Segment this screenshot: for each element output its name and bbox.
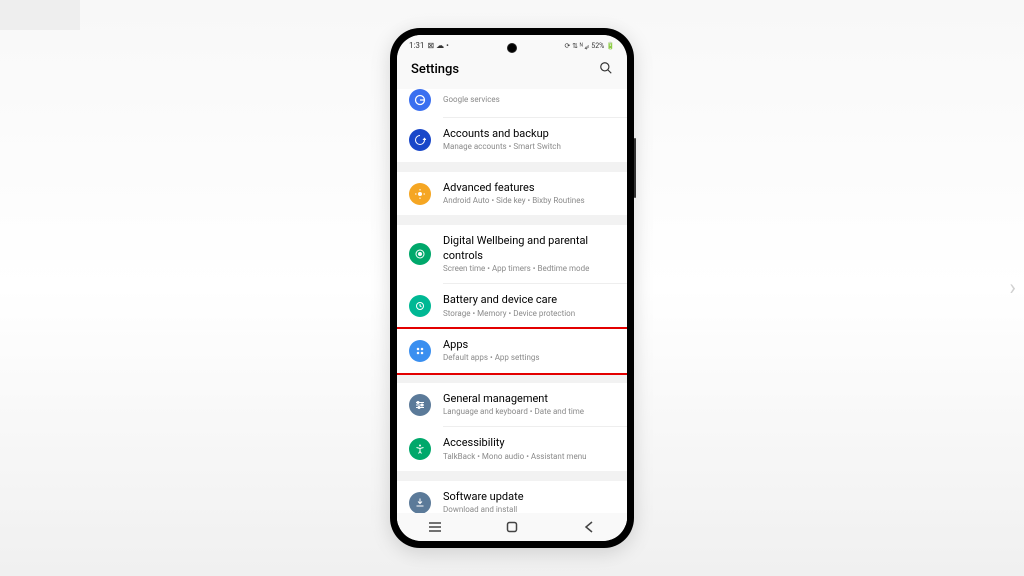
device-care-icon (409, 295, 431, 317)
recent-icon (428, 521, 442, 533)
settings-item-accessibility[interactable]: Accessibility TalkBack • Mono audio • As… (397, 427, 627, 471)
nav-home-button[interactable] (487, 521, 537, 533)
search-icon (599, 61, 613, 75)
item-title: Battery and device care (443, 293, 615, 307)
settings-list[interactable]: Google services Accounts and backup Mana… (397, 89, 627, 525)
home-icon (506, 521, 518, 533)
navigation-bar (397, 513, 627, 541)
google-icon (409, 89, 431, 111)
general-icon (409, 394, 431, 416)
item-subtitle: Android Auto • Side key • Bixby Routines (443, 196, 615, 206)
item-subtitle: Language and keyboard • Date and time (443, 407, 615, 417)
item-title: Software update (443, 490, 615, 504)
item-subtitle: Manage accounts • Smart Switch (443, 142, 615, 152)
nav-recent-button[interactable] (410, 521, 460, 533)
item-title: Digital Wellbeing and parental controls (443, 234, 615, 263)
item-title: Accounts and backup (443, 127, 615, 141)
item-subtitle: Google services (443, 95, 615, 105)
page-title: Settings (411, 62, 459, 77)
accessibility-icon (409, 438, 431, 460)
search-button[interactable] (599, 60, 613, 79)
phone-side-button (634, 138, 636, 198)
software-update-icon (409, 492, 431, 514)
settings-item-google[interactable]: Google services (397, 89, 627, 117)
item-title: General management (443, 392, 615, 406)
settings-item-wellbeing[interactable]: Digital Wellbeing and parental controls … (397, 225, 627, 283)
settings-item-accounts[interactable]: Accounts and backup Manage accounts • Sm… (397, 118, 627, 162)
item-title: Accessibility (443, 436, 615, 450)
back-icon (584, 521, 594, 533)
item-subtitle: Default apps • App settings (443, 353, 615, 363)
phone-screen: 1:31 ⊠ ☁ • ⟳ ⇅ ᴺ ₄ᵢₗ 52% 🔋 Settings (397, 35, 627, 541)
carousel-next-icon[interactable]: › (1009, 276, 1016, 301)
advanced-icon (409, 183, 431, 205)
status-right-icons: ⟳ ⇅ ᴺ ₄ᵢₗ (565, 42, 590, 50)
status-left-icons: ⊠ ☁ • (427, 41, 448, 50)
status-time: 1:31 (409, 41, 424, 50)
item-title: Apps (443, 338, 615, 352)
page-decoration (0, 0, 80, 30)
item-subtitle: Screen time • App timers • Bedtime mode (443, 264, 615, 274)
wellbeing-icon (409, 243, 431, 265)
phone-frame: 1:31 ⊠ ☁ • ⟳ ⇅ ᴺ ₄ᵢₗ 52% 🔋 Settings (390, 28, 634, 548)
settings-item-advanced[interactable]: Advanced features Android Auto • Side ke… (397, 172, 627, 216)
item-subtitle: Storage • Memory • Device protection (443, 309, 615, 319)
nav-back-button[interactable] (564, 521, 614, 533)
item-title: Advanced features (443, 181, 615, 195)
front-camera (507, 43, 517, 53)
settings-item-apps[interactable]: Apps Default apps • App settings (397, 329, 627, 373)
settings-item-battery[interactable]: Battery and device care Storage • Memory… (397, 284, 627, 328)
battery-icon: 🔋 (606, 42, 615, 50)
apps-icon (409, 340, 431, 362)
app-header: Settings (397, 52, 627, 89)
settings-item-general[interactable]: General management Language and keyboard… (397, 383, 627, 427)
item-subtitle: TalkBack • Mono audio • Assistant menu (443, 452, 615, 462)
status-battery: 52% (591, 42, 604, 50)
backup-icon (409, 129, 431, 151)
